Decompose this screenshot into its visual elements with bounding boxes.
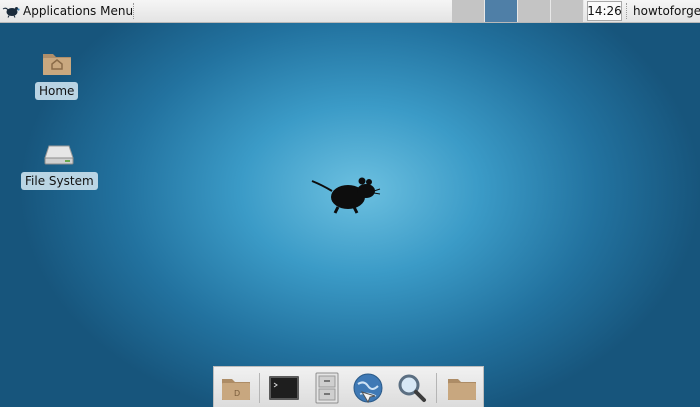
folder-icon: D [222,379,250,400]
applications-menu-label: Applications Menu [23,4,134,18]
desktop-icon-file-system[interactable]: File System [21,142,98,190]
dock-web-browser-launcher[interactable] [351,371,385,405]
desktop-screen: Applications Menu 14:26 howtoforge Home [0,0,700,407]
workspace-3[interactable] [518,0,551,22]
panel-separator [626,3,629,19]
dock-folder-launcher[interactable]: D [219,371,253,405]
workspace-2[interactable] [485,0,518,22]
file-manager-icon [315,372,339,404]
desktop-icon-label: File System [21,172,98,190]
drive-icon [44,145,75,165]
desktop-icon-home[interactable]: Home [35,48,79,100]
clock[interactable]: 14:26 [587,1,622,21]
clock-time: 14:26 [587,4,622,18]
dock-folder-launcher[interactable] [445,371,479,405]
applications-menu-button[interactable]: Applications Menu [0,0,137,22]
svg-text:D: D [234,389,240,398]
desktop-icon-label: Home [35,82,79,100]
panel-separator [133,3,136,19]
folder-icon [448,379,476,400]
terminal-icon [269,376,299,400]
xfce-mouse-wallpaper-logo [311,177,381,214]
dock-terminal-launcher[interactable] [267,371,301,405]
top-panel: Applications Menu 14:26 howtoforge [0,0,700,23]
xfce-mouse-icon [2,7,20,18]
web-browser-icon [353,373,383,404]
dock-search-launcher[interactable] [395,371,429,405]
home-folder-icon [42,54,71,75]
workspace-4[interactable] [551,0,584,22]
user-menu[interactable]: howtoforge [633,0,700,22]
dock-file-manager-launcher[interactable] [310,371,344,405]
bottom-dock: D [213,366,484,407]
user-name: howtoforge [633,4,700,18]
search-icon [398,374,426,402]
dock-separator [259,373,260,403]
workspace-1[interactable] [452,0,485,22]
dock-separator [436,373,437,403]
workspace-switcher[interactable] [452,0,584,22]
